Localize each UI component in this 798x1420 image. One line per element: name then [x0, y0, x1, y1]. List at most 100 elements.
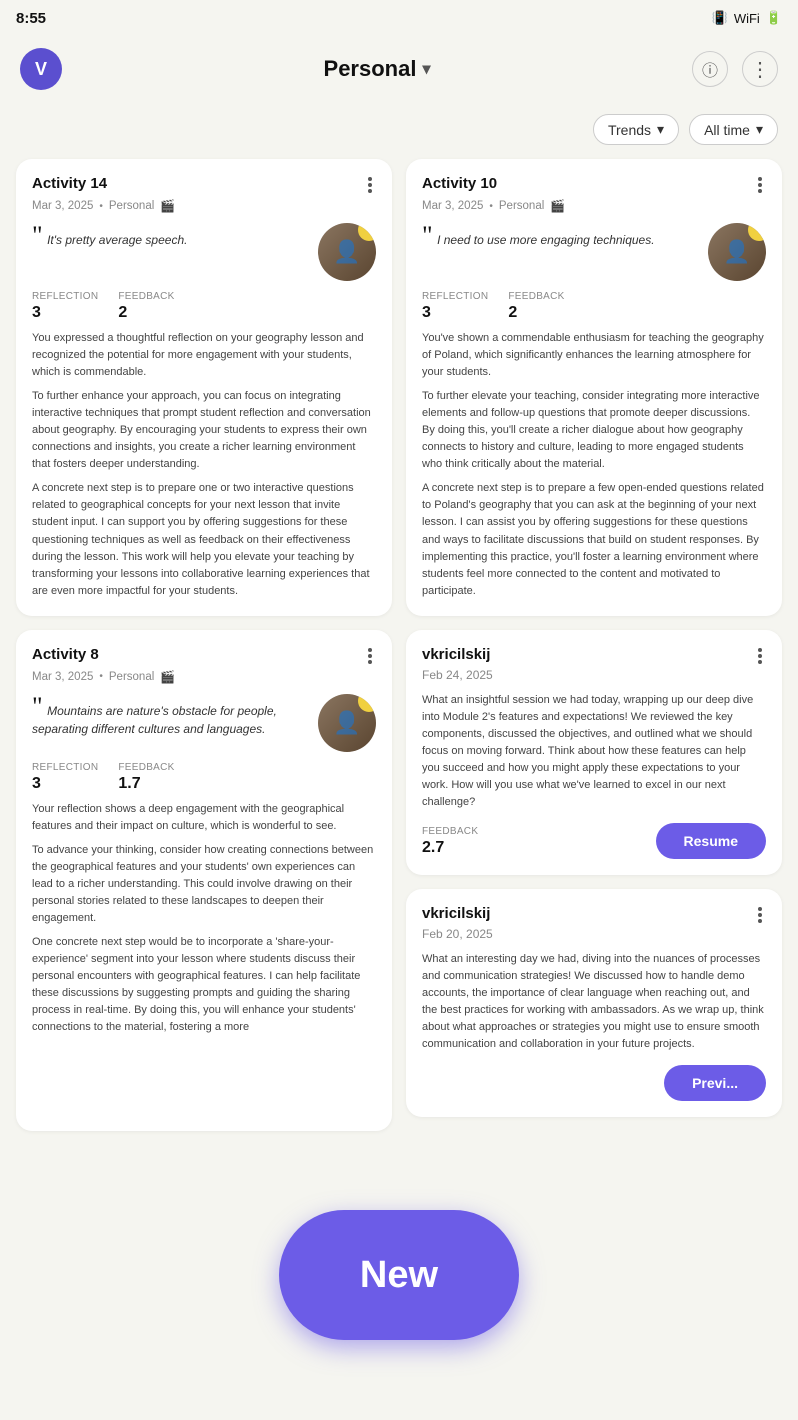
- trends-chevron-icon: ▾: [657, 121, 664, 138]
- feedback-label-10: FEEDBACK: [508, 291, 564, 302]
- card-14-title: Activity 14: [32, 175, 107, 192]
- card-14-body: You expressed a thoughtful reflection on…: [32, 330, 376, 600]
- status-time: 8:55: [16, 10, 46, 27]
- cards-grid: Activity 14 Mar 3, 2025 • Personal 🎬 " I…: [0, 159, 798, 1231]
- info-button[interactable]: ⓘ: [692, 51, 728, 87]
- card-10-stats: REFLECTION 3 FEEDBACK 2: [422, 291, 766, 322]
- quote-mark-8: ": [32, 692, 43, 721]
- quote-mark: ": [32, 221, 43, 250]
- card-10-quote: I need to use more engaging techniques.: [437, 233, 655, 247]
- card-14-date: Mar 3, 2025: [32, 200, 93, 212]
- card-8-reflection-stat: REFLECTION 3: [32, 762, 98, 793]
- card-10-header: Activity 10: [422, 175, 766, 195]
- dot: •: [489, 201, 493, 212]
- filter-row: Trends ▾ All time ▾: [0, 106, 798, 159]
- card-14-body-p3: A concrete next step is to prepare one o…: [32, 480, 376, 599]
- card-8-header: Activity 8: [32, 646, 376, 666]
- video-icon: 🎬: [160, 199, 175, 213]
- session-2-menu-button[interactable]: [754, 905, 766, 925]
- header-actions: ⓘ ⋮: [692, 51, 778, 87]
- card-8-quote-area: " Mountains are nature's obstacle for pe…: [32, 694, 376, 752]
- feedback-val-10: 2: [508, 304, 517, 321]
- card-8-body-p2: To advance your thinking, consider how c…: [32, 842, 376, 927]
- avatar[interactable]: V: [20, 48, 62, 90]
- session-1-card: vkricilskij Feb 24, 2025 What an insight…: [406, 630, 782, 875]
- card-14-stats: REFLECTION 3 FEEDBACK 2: [32, 291, 376, 322]
- reflection-label-8: REFLECTION: [32, 762, 98, 773]
- card-10-meta: Mar 3, 2025 • Personal 🎬: [422, 199, 766, 213]
- dot: •: [99, 201, 103, 212]
- status-bar: 8:55 📳 WiFi 🔋: [0, 0, 798, 36]
- card-8-body: Your reflection shows a deep engagement …: [32, 801, 376, 1037]
- card-8-meta: Mar 3, 2025 • Personal 🎬: [32, 670, 376, 684]
- status-icons: 📳 WiFi 🔋: [712, 10, 782, 26]
- card-10-context: Personal: [499, 200, 544, 212]
- avatar-badge-8: [358, 694, 376, 712]
- reflection-val-10: 3: [422, 304, 431, 321]
- info-icon: ⓘ: [702, 57, 718, 81]
- card-10-avatar: 👤: [708, 223, 766, 281]
- reflection-label: REFLECTION: [32, 291, 98, 302]
- card-14-reflection-stat: REFLECTION 3: [32, 291, 98, 322]
- card-10-body-p3: A concrete next step is to prepare a few…: [422, 480, 766, 599]
- alltime-filter[interactable]: All time ▾: [689, 114, 778, 145]
- card-8-stats: REFLECTION 3 FEEDBACK 1.7: [32, 762, 376, 793]
- card-10-menu-button[interactable]: [754, 175, 766, 195]
- resume-button[interactable]: Resume: [656, 823, 766, 859]
- card-14-body-p1: You expressed a thoughtful reflection on…: [32, 330, 376, 381]
- activity-8-card: Activity 8 Mar 3, 2025 • Personal 🎬 " Mo…: [16, 630, 392, 1132]
- reflection-val-8: 3: [32, 775, 41, 792]
- new-fab-button[interactable]: New: [279, 1210, 519, 1340]
- card-8-date: Mar 3, 2025: [32, 671, 93, 683]
- session-2-author: vkricilskij: [422, 905, 490, 922]
- reflection-label-10: REFLECTION: [422, 291, 488, 302]
- session-2-footer: Previ...: [422, 1065, 766, 1101]
- alltime-label: All time: [704, 122, 750, 138]
- session-1-author: vkricilskij: [422, 646, 490, 663]
- session-1-feedback: FEEDBACK 2.7: [422, 826, 478, 857]
- card-8-feedback-stat: FEEDBACK 1.7: [118, 762, 174, 793]
- trends-filter[interactable]: Trends ▾: [593, 114, 679, 145]
- video-icon-10: 🎬: [550, 199, 565, 213]
- session-1-feedback-row: FEEDBACK 2.7 Resume: [422, 823, 766, 859]
- card-14-body-p2: To further enhance your approach, you ca…: [32, 388, 376, 473]
- header: V Personal ▾ ⓘ ⋮: [0, 36, 798, 106]
- card-14-context: Personal: [109, 200, 154, 212]
- feedback-label-8: FEEDBACK: [118, 762, 174, 773]
- card-10-quote-area: " I need to use more engaging techniques…: [422, 223, 766, 281]
- session-1-menu-button[interactable]: [754, 646, 766, 666]
- feedback-label: FEEDBACK: [118, 291, 174, 302]
- feedback-val-8: 1.7: [118, 775, 140, 792]
- header-title-text: Personal: [324, 56, 417, 82]
- card-10-body: You've shown a commendable enthusiasm fo…: [422, 330, 766, 600]
- card-10-body-p2: To further elevate your teaching, consid…: [422, 388, 766, 473]
- card-8-body-p3: One concrete next step would be to incor…: [32, 934, 376, 1036]
- session-2-card: vkricilskij Feb 20, 2025 What an interes…: [406, 889, 782, 1117]
- card-8-body-p1: Your reflection shows a deep engagement …: [32, 801, 376, 835]
- session-2-body: What an interesting day we had, diving i…: [422, 951, 766, 1053]
- card-8-context: Personal: [109, 671, 154, 683]
- card-10-date: Mar 3, 2025: [422, 200, 483, 212]
- vibrate-icon: 📳: [712, 10, 728, 26]
- chevron-down-icon[interactable]: ▾: [422, 59, 430, 79]
- activity-10-card: Activity 10 Mar 3, 2025 • Personal 🎬 " I…: [406, 159, 782, 616]
- card-14-feedback-stat: FEEDBACK 2: [118, 291, 174, 322]
- card-14-meta: Mar 3, 2025 • Personal 🎬: [32, 199, 376, 213]
- wifi-icon: WiFi: [734, 11, 760, 26]
- more-icon: ⋮: [750, 57, 770, 82]
- preview-button[interactable]: Previ...: [664, 1065, 766, 1101]
- card-10-title: Activity 10: [422, 175, 497, 192]
- feedback-label-s1: FEEDBACK: [422, 826, 478, 837]
- feedback-val-s1: 2.7: [422, 839, 444, 856]
- trends-label: Trends: [608, 122, 651, 138]
- card-10-feedback-stat: FEEDBACK 2: [508, 291, 564, 322]
- alltime-chevron-icon: ▾: [756, 121, 763, 138]
- card-14-menu-button[interactable]: [364, 175, 376, 195]
- feedback-val: 2: [118, 304, 127, 321]
- card-8-quote: Mountains are nature's obstacle for peop…: [32, 704, 277, 736]
- video-icon-8: 🎬: [160, 670, 175, 684]
- header-title: Personal ▾: [324, 56, 431, 82]
- session-2-header: vkricilskij: [422, 905, 766, 925]
- card-8-menu-button[interactable]: [364, 646, 376, 666]
- more-button[interactable]: ⋮: [742, 51, 778, 87]
